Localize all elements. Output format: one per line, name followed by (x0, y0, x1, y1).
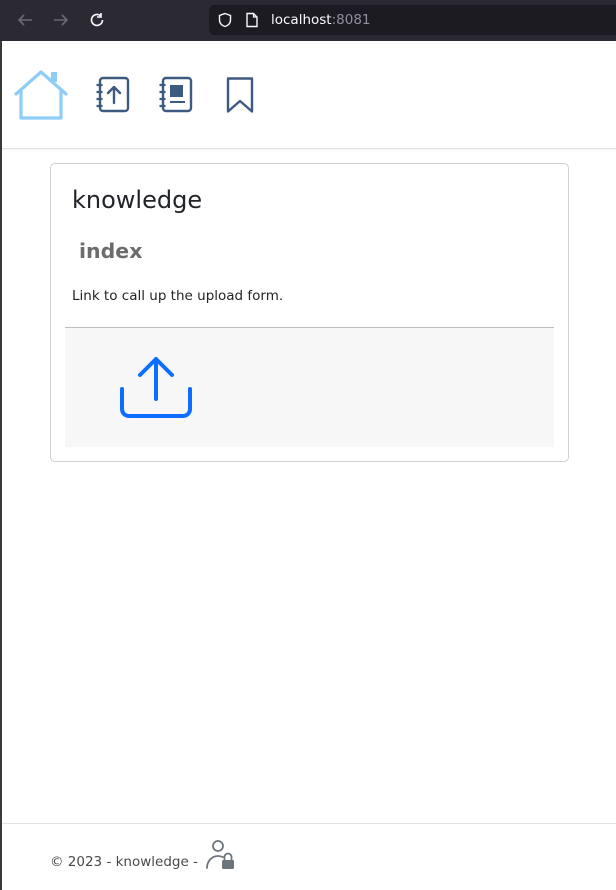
notebook-icon[interactable] (158, 76, 194, 119)
index-card: knowledge index Link to call up the uplo… (50, 163, 569, 462)
page-content: knowledge index Link to call up the uplo… (0, 41, 616, 890)
shield-icon[interactable] (217, 12, 233, 33)
user-lock-icon[interactable] (205, 839, 237, 876)
url-port: :8081 (331, 12, 371, 28)
card-subtitle: index (79, 239, 143, 263)
browser-toolbar: localhost:8081 (0, 0, 616, 41)
back-icon[interactable] (15, 10, 35, 30)
home-icon[interactable] (13, 69, 69, 126)
card-title: knowledge (72, 186, 203, 214)
reload-icon[interactable] (87, 10, 107, 30)
page-info-icon[interactable] (245, 12, 259, 33)
forward-icon[interactable] (51, 10, 71, 30)
card-text: Link to call up the upload form. (72, 288, 284, 304)
bookmark-icon[interactable] (225, 76, 255, 119)
card-footer (65, 327, 554, 447)
address-bar[interactable]: localhost:8081 (209, 5, 616, 35)
footer-copyright: © 2023 - knowledge - (50, 854, 198, 870)
upload-icon[interactable] (119, 356, 193, 425)
url-host: localhost (271, 12, 332, 28)
top-navbar (2, 41, 616, 149)
page-footer: © 2023 - knowledge - (2, 823, 616, 890)
url-text[interactable]: localhost:8081 (271, 12, 371, 28)
notebook-upload-icon[interactable] (95, 76, 131, 119)
